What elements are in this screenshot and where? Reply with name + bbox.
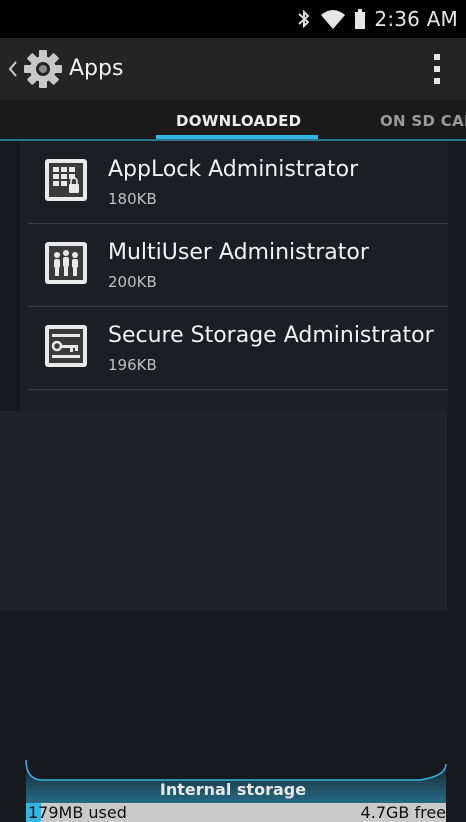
app-name: MultiUser Administrator bbox=[108, 240, 369, 265]
multiuser-icon bbox=[45, 242, 87, 284]
empty-panel bbox=[0, 411, 447, 611]
status-icons: 2:36 AM bbox=[296, 4, 458, 34]
up-caret-icon[interactable] bbox=[8, 60, 18, 78]
app-size: 180KB bbox=[108, 190, 157, 208]
applock-icon bbox=[45, 159, 87, 201]
wifi-icon bbox=[321, 10, 346, 29]
action-bar: Apps bbox=[0, 38, 466, 100]
status-bar: 2:36 AM bbox=[0, 0, 466, 38]
page-title: Apps bbox=[69, 56, 124, 81]
app-name: AppLock Administrator bbox=[108, 157, 359, 182]
battery-icon bbox=[355, 9, 366, 29]
tab-selected-indicator bbox=[156, 135, 318, 139]
app-name: Secure Storage Administrator bbox=[108, 323, 434, 348]
app-size: 196KB bbox=[108, 356, 157, 374]
app-list-item-multiuser[interactable]: MultiUser Administrator 200KB bbox=[28, 224, 448, 307]
settings-gear-icon[interactable] bbox=[22, 48, 64, 90]
overflow-menu-icon[interactable] bbox=[432, 54, 442, 84]
secure-storage-icon bbox=[45, 325, 87, 367]
app-list-item-secure-storage[interactable]: Secure Storage Administrator 196KB bbox=[28, 307, 448, 390]
tab-on-sd-card[interactable]: ON SD CAR bbox=[380, 112, 466, 130]
app-size: 200KB bbox=[108, 273, 157, 291]
storage-label: Internal storage bbox=[159, 780, 307, 799]
bluetooth-icon bbox=[298, 9, 310, 29]
storage-used-text: 179MB used bbox=[28, 803, 127, 822]
storage-free-text: 4.7GB free bbox=[360, 803, 446, 822]
status-time: 2:36 AM bbox=[374, 7, 458, 31]
tab-downloaded[interactable]: DOWNLOADED bbox=[176, 112, 301, 130]
app-list-item-applock[interactable]: AppLock Administrator 180KB bbox=[28, 141, 448, 224]
list-divider bbox=[28, 389, 448, 390]
